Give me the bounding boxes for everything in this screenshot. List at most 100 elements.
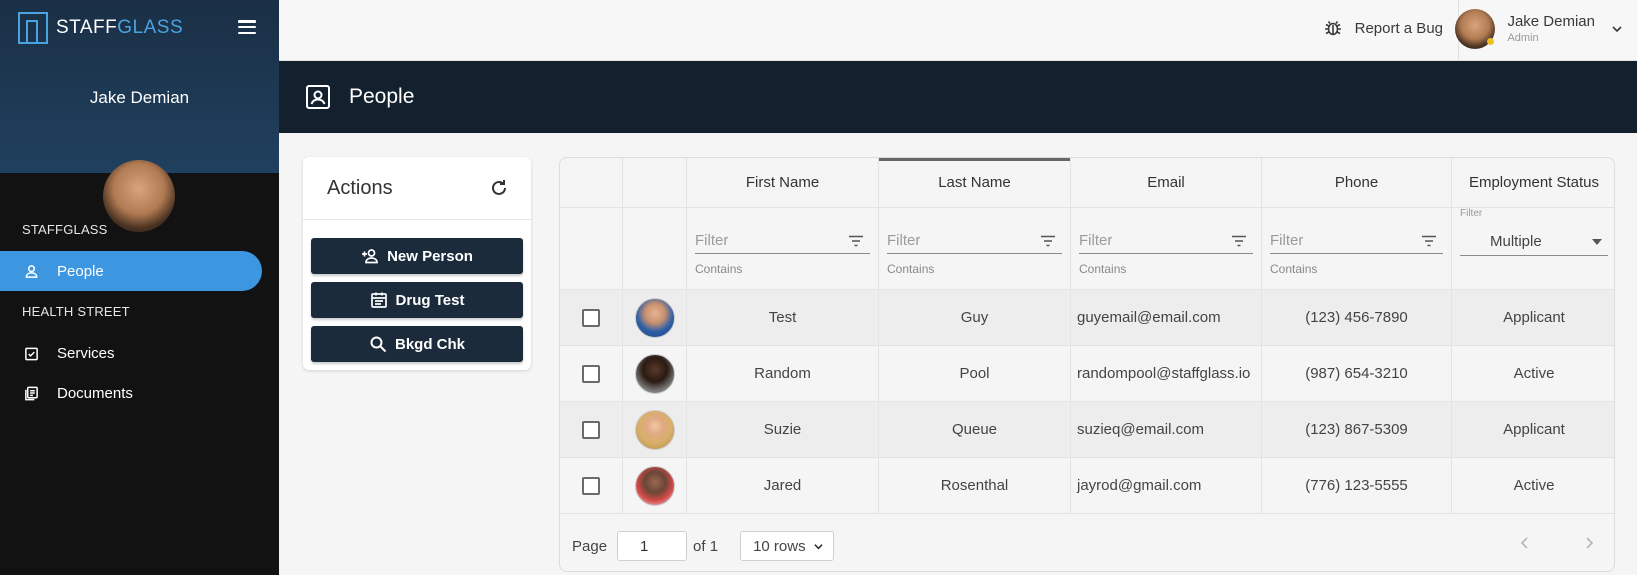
chevron-down-icon xyxy=(814,543,823,549)
filter-status-cell: Filter Multiple xyxy=(1452,208,1614,289)
row-avatar-cell xyxy=(623,402,687,457)
cell-status: Active xyxy=(1513,477,1555,494)
user-info: Jake Demian Admin xyxy=(1507,13,1595,45)
sidebar-item-label: Documents xyxy=(57,384,133,402)
bug-icon xyxy=(1324,21,1341,36)
cell-last-name: Guy xyxy=(879,290,1071,345)
topbar: Report a Bug Jake Demian Admin xyxy=(279,0,1637,61)
row-avatar-cell xyxy=(623,458,687,513)
sidebar-item-services[interactable]: Services xyxy=(0,333,262,373)
drug-test-button[interactable]: Drug Test xyxy=(311,282,523,318)
page-count-label: of 1 xyxy=(693,537,719,555)
avatar xyxy=(634,297,675,338)
filter-hint: Contains xyxy=(1079,262,1127,276)
clipboard-check-icon xyxy=(25,347,38,360)
status-filter-select[interactable]: Multiple xyxy=(1460,228,1608,256)
cell-last-name: Queue xyxy=(879,402,1071,457)
cell-phone: (776) 123-5555 xyxy=(1262,458,1452,513)
sidebar: STAFFGLASS Jake Demian STAFFGLASS People… xyxy=(0,0,279,575)
cell-status: Applicant xyxy=(1503,309,1565,326)
avatar xyxy=(634,409,675,450)
sidebar-item-label: People xyxy=(57,262,104,280)
filter-phone-input[interactable] xyxy=(1270,232,1390,249)
filter-first-name-input[interactable] xyxy=(695,232,815,249)
new-person-button[interactable]: New Person xyxy=(311,238,523,274)
cell-first-name: Random xyxy=(687,346,879,401)
refresh-icon[interactable] xyxy=(489,178,509,198)
filter-icon[interactable] xyxy=(848,235,864,247)
header-phone[interactable]: Phone xyxy=(1262,158,1452,207)
header-email[interactable]: Email xyxy=(1071,158,1262,207)
filter-email-cell: Contains xyxy=(1071,208,1262,289)
calendar-icon xyxy=(370,292,387,308)
filter-hint: Contains xyxy=(1270,262,1318,276)
section-health-street: HEALTH STREET xyxy=(22,304,130,319)
header-first-name[interactable]: First Name xyxy=(687,158,879,207)
cell-email: guyemail@email.com xyxy=(1071,290,1262,345)
page-label: Page xyxy=(572,537,608,555)
filter-phone-cell: Contains xyxy=(1262,208,1452,289)
user-avatar xyxy=(1455,9,1496,49)
documents-icon xyxy=(25,386,38,400)
user-name: Jake Demian xyxy=(1507,13,1595,30)
cell-email: randompool@staffglass.io xyxy=(1071,346,1262,401)
filter-icon[interactable] xyxy=(1231,235,1247,247)
cell-last-name: Rosenthal xyxy=(879,458,1071,513)
header-employment-status[interactable]: Employment Status xyxy=(1452,158,1614,207)
cell-last-name: Pool xyxy=(879,346,1071,401)
avatar xyxy=(634,353,675,394)
actions-header: Actions xyxy=(303,157,531,220)
background-check-label: Bkgd Chk xyxy=(394,335,465,353)
header-avatar-cell xyxy=(623,158,687,207)
page-title: People xyxy=(349,85,415,108)
filter-email-input[interactable] xyxy=(1079,232,1199,249)
sidebar-avatar xyxy=(103,160,175,232)
table-row[interactable]: Test Guy guyemail@email.com (123) 456-78… xyxy=(560,290,1614,346)
cell-phone: (123) 867-5309 xyxy=(1262,402,1452,457)
filter-icon[interactable] xyxy=(1421,235,1437,247)
report-bug-label: Report a Bug xyxy=(1354,19,1443,37)
pager xyxy=(1518,536,1596,550)
page-number-input[interactable] xyxy=(617,531,688,561)
row-checkbox[interactable] xyxy=(582,476,600,495)
header-last-name[interactable]: Last Name xyxy=(879,158,1071,207)
filter-hint: Contains xyxy=(695,262,743,276)
user-menu[interactable]: Jake Demian Admin xyxy=(1455,9,1623,49)
filter-first-name-cell: Contains xyxy=(687,208,879,289)
menu-toggle-icon[interactable] xyxy=(238,20,256,34)
brand-logo[interactable]: STAFFGLASS xyxy=(18,12,183,44)
table-row[interactable]: Suzie Queue suzieq@email.com (123) 867-5… xyxy=(560,402,1614,458)
sidebar-header: STAFFGLASS Jake Demian xyxy=(0,0,279,173)
sidebar-item-label: Services xyxy=(57,344,115,362)
caret-down-icon xyxy=(1592,238,1602,245)
rows-per-page-select[interactable]: 10 rows xyxy=(740,531,835,561)
search-icon xyxy=(370,336,387,353)
cell-email: jayrod@gmail.com xyxy=(1071,458,1262,513)
header-select-cell xyxy=(560,158,623,207)
row-avatar-cell xyxy=(623,290,687,345)
sidebar-item-documents[interactable]: Documents xyxy=(0,373,262,413)
report-bug-button[interactable]: Report a Bug xyxy=(1323,18,1443,38)
background-check-button[interactable]: Bkgd Chk xyxy=(311,326,523,362)
filter-icon[interactable] xyxy=(1040,235,1056,247)
row-checkbox[interactable] xyxy=(582,364,600,383)
avatar xyxy=(634,465,675,506)
chevron-down-icon xyxy=(1612,26,1622,33)
row-checkbox[interactable] xyxy=(582,308,600,327)
chevron-right-icon[interactable] xyxy=(1582,536,1596,550)
status-filter-label: Filter xyxy=(1460,208,1483,219)
filter-last-name-input[interactable] xyxy=(887,232,1007,249)
rows-per-page-value: 10 rows xyxy=(753,537,806,555)
row-select-cell xyxy=(560,402,623,457)
filter-empty-cell xyxy=(560,208,623,289)
cell-first-name: Suzie xyxy=(687,402,879,457)
table-filter-row: Contains Contains Contains Contains Filt… xyxy=(560,208,1614,290)
table-header-row: First Name Last Name Email Phone Employm… xyxy=(560,158,1614,208)
filter-hint: Contains xyxy=(887,262,935,276)
chevron-left-icon[interactable] xyxy=(1518,536,1532,550)
table-row[interactable]: Random Pool randompool@staffglass.io (98… xyxy=(560,346,1614,402)
sidebar-user-name: Jake Demian xyxy=(89,88,190,107)
row-checkbox[interactable] xyxy=(582,420,600,439)
sidebar-item-people[interactable]: People xyxy=(0,251,262,291)
table-row[interactable]: Jared Rosenthal jayrod@gmail.com (776) 1… xyxy=(560,458,1614,514)
